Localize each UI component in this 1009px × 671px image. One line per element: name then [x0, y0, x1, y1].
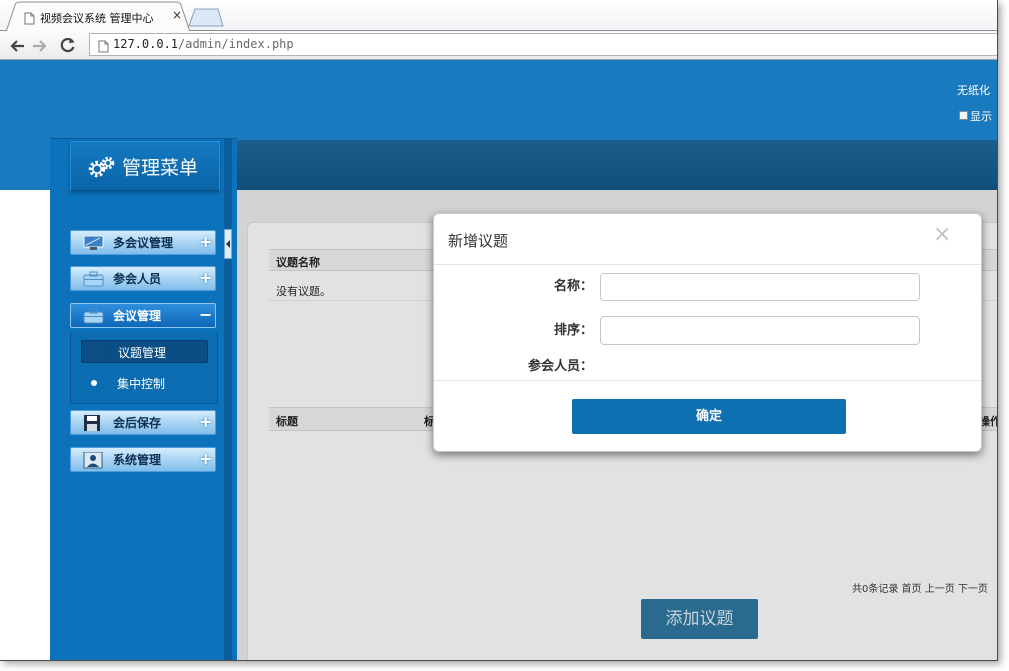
submenu-item-central-control[interactable]: 集中控制: [81, 372, 208, 395]
name-input[interactable]: [600, 273, 920, 301]
submenu-item-label: 议题管理: [118, 346, 167, 360]
bullet-icon: [91, 380, 97, 386]
system-name: 无纸化: [957, 84, 990, 97]
submenu-meeting-management: 议题管理 集中控制: [70, 332, 218, 404]
close-icon[interactable]: ×: [933, 222, 951, 248]
bullet-icon: [92, 349, 98, 355]
tab-strip: 视频会议系统 管理中心 ×: [0, 0, 997, 32]
sidebar-header: 管理菜单: [70, 141, 220, 191]
sidebar-item-system-management[interactable]: 系统管理 +: [70, 447, 216, 472]
sidebar-item-label: 会议管理: [113, 309, 162, 323]
sidebar-item-label: 参会人员: [113, 272, 162, 286]
address-bar[interactable]: 127.0.0.1/admin/index.php: [89, 33, 997, 56]
expand-toggle[interactable]: +: [199, 412, 212, 432]
add-topic-modal: 新增议题 × 名称： 排序： 参会人员： 确定: [433, 213, 982, 452]
sidebar: 管理菜单 多会议管理 + 参会人员 + 会议管理 − 议题管理 集中控制 会后保…: [50, 138, 237, 660]
sidebar-item-multi-meeting[interactable]: 多会议管理 +: [70, 230, 216, 255]
browser-window: 视频会议系统 管理中心 × 127.0.0.1/admin/index.php …: [0, 0, 998, 661]
expand-toggle[interactable]: +: [199, 268, 212, 288]
collapse-left-icon: [226, 240, 230, 248]
url-text: 127.0.0.1/admin/index.php: [113, 37, 294, 51]
show-checkbox-label: 显示: [970, 110, 992, 123]
submenu-item-topic-management[interactable]: 议题管理: [81, 340, 208, 363]
sidebar-title: 管理菜单: [122, 157, 199, 179]
page-icon: [24, 10, 35, 29]
modal-footer-divider: [434, 380, 981, 381]
tab-close-button[interactable]: ×: [172, 8, 182, 22]
modal-header-divider: [434, 264, 981, 265]
page-icon: [98, 38, 109, 57]
sidebar-item-meeting-management[interactable]: 会议管理 −: [70, 303, 216, 328]
gear-icon: [87, 155, 117, 183]
main-header-bar: [237, 140, 997, 190]
back-arrow-icon[interactable]: [9, 38, 25, 57]
collapse-toggle[interactable]: −: [199, 305, 212, 325]
new-tab-button[interactable]: [186, 6, 226, 28]
name-label: 名称：: [553, 279, 593, 294]
briefcase-icon: [83, 308, 104, 328]
url-host: 127.0.0.1: [113, 37, 179, 51]
add-topic-button[interactable]: 添加议题: [641, 599, 758, 639]
sidebar-item-participants[interactable]: 参会人员 +: [70, 266, 216, 291]
sidebar-item-label: 多会议管理: [113, 236, 174, 250]
pagination[interactable]: 共0条记录 首页 上一页 下一页: [852, 580, 988, 595]
reload-icon[interactable]: [60, 37, 76, 57]
tab-title: 视频会议系统 管理中心: [40, 12, 154, 25]
sidebar-splitter[interactable]: [224, 139, 232, 660]
submenu-item-label: 集中控制: [117, 377, 166, 391]
column-header-title: 标题: [276, 415, 298, 428]
sidebar-collapse-handle[interactable]: [224, 229, 232, 259]
monitor-icon: [83, 235, 104, 255]
sidebar-item-post-meeting-save[interactable]: 会后保存 +: [70, 410, 216, 435]
expand-toggle[interactable]: +: [199, 232, 212, 252]
save-icon: [83, 415, 101, 436]
sidebar-item-label: 系统管理: [113, 453, 162, 467]
empty-message: 没有议题。: [276, 285, 331, 298]
sidebar-item-label: 会后保存: [113, 416, 162, 430]
order-input[interactable]: [600, 316, 920, 345]
confirm-button[interactable]: 确定: [572, 399, 846, 434]
column-header-topic-name: 议题名称: [276, 256, 320, 269]
browser-toolbar: 127.0.0.1/admin/index.php: [0, 31, 997, 60]
expand-toggle[interactable]: +: [199, 449, 212, 469]
show-checkbox[interactable]: [959, 111, 968, 120]
url-path: /admin/index.php: [178, 37, 294, 51]
forward-arrow-icon[interactable]: [32, 38, 48, 57]
order-label: 排序：: [553, 323, 593, 338]
modal-title: 新增议题: [448, 232, 509, 250]
briefcase-icon: [83, 271, 104, 291]
user-icon: [83, 451, 103, 473]
participants-label: 参会人员：: [527, 359, 593, 374]
tab-active[interactable]: 视频会议系统 管理中心 ×: [18, 2, 182, 31]
